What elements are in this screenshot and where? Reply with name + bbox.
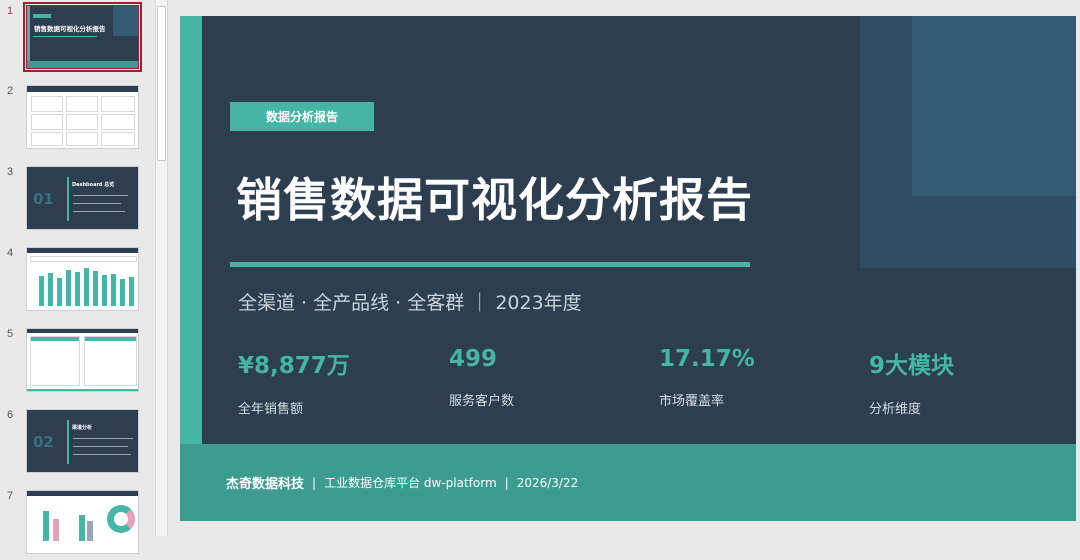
slide-subtitle: 全渠道 · 全产品线 · 全客群 ｜ 2023年度 [238,292,582,314]
thumbnail-slide-5[interactable]: 5 [0,328,155,398]
kpi-label: 全年销售额 [238,402,304,417]
thumbnail-slide-3[interactable]: 3 01 Dashboard 总览 [0,166,155,236]
thumbnail-caption: 渠道分析 [72,425,93,431]
thumbnail-scrollbar[interactable] [155,0,168,536]
thumbnail-image[interactable]: 01 Dashboard 总览 [26,166,139,230]
scrollbar-thumb[interactable] [157,6,166,161]
thumbnail-number: 4 [7,247,14,259]
thumbnail-image[interactable] [26,85,139,149]
thumbnail-section-number: 02 [33,433,54,451]
footer-separator: | [312,475,317,490]
slide-canvas[interactable]: 数据分析报告 销售数据可视化分析报告 全渠道 · 全产品线 · 全客群 ｜ 20… [180,16,1076,521]
kpi-value: ¥8,877万 [238,353,350,379]
kpi-value: 17.17% [659,346,755,372]
report-tag: 数据分析报告 [230,102,374,131]
kpi-customers: 499 服务客户数 [449,346,649,409]
title-underline [230,262,750,267]
thumbnail-slide-2[interactable]: 2 [0,85,155,155]
thumbnail-number: 5 [7,328,14,340]
kpi-dimensions: 9大模块 分析维度 [869,346,1069,417]
kpi-label: 分析维度 [869,402,922,417]
kpi-value: 499 [449,346,498,372]
thumbnail-number: 3 [7,166,14,178]
kpi-coverage: 17.17% 市场覆盖率 [659,346,859,409]
footer-date: 2026/3/22 [516,475,579,490]
thumbnail-image[interactable]: 02 渠道分析 [26,409,139,473]
thumbnail-number: 1 [7,5,14,17]
thumbnail-caption: Dashboard 总览 [72,182,115,188]
thumbnail-slide-6[interactable]: 6 02 渠道分析 [0,409,155,479]
thumbnail-number: 6 [7,409,14,421]
thumbnail-slide-7[interactable]: 7 [0,490,155,560]
decorative-block-inner [912,16,1076,196]
accent-bar [180,16,202,444]
thumbnail-image[interactable]: 销售数据可视化分析报告 [23,2,142,72]
kpi-sales: ¥8,877万 全年销售额 [238,346,438,417]
thumbnail-image[interactable] [26,247,139,311]
footer-separator: | [504,475,509,490]
kpi-label: 服务客户数 [449,394,515,409]
thumbnail-image[interactable] [26,490,139,554]
slide-title: 销售数据可视化分析报告 [236,173,753,227]
thumbnail-section-number: 01 [33,190,54,208]
thumbnail-slide-1[interactable]: 1 销售数据可视化分析报告 [0,2,155,75]
thumbnail-number: 7 [7,490,14,502]
kpi-value: 9大模块 [869,353,955,379]
thumbnail-image[interactable] [26,328,139,392]
thumbnail-caption: 销售数据可视化分析报告 [34,25,106,33]
slide-thumbnail-pane[interactable]: 1 销售数据可视化分析报告 2 3 01 Dashboard 总览 4 5 6 … [0,0,155,554]
footer-platform: 工业数据仓库平台 dw-platform [324,476,497,490]
thumbnail-number: 2 [7,85,14,97]
slide-footer: 杰奇数据科技 | 工业数据仓库平台 dw-platform | 2026/3/2… [180,444,1076,521]
kpi-label: 市场覆盖率 [659,394,725,409]
footer-company: 杰奇数据科技 [226,477,305,492]
thumbnail-slide-4[interactable]: 4 [0,247,155,317]
